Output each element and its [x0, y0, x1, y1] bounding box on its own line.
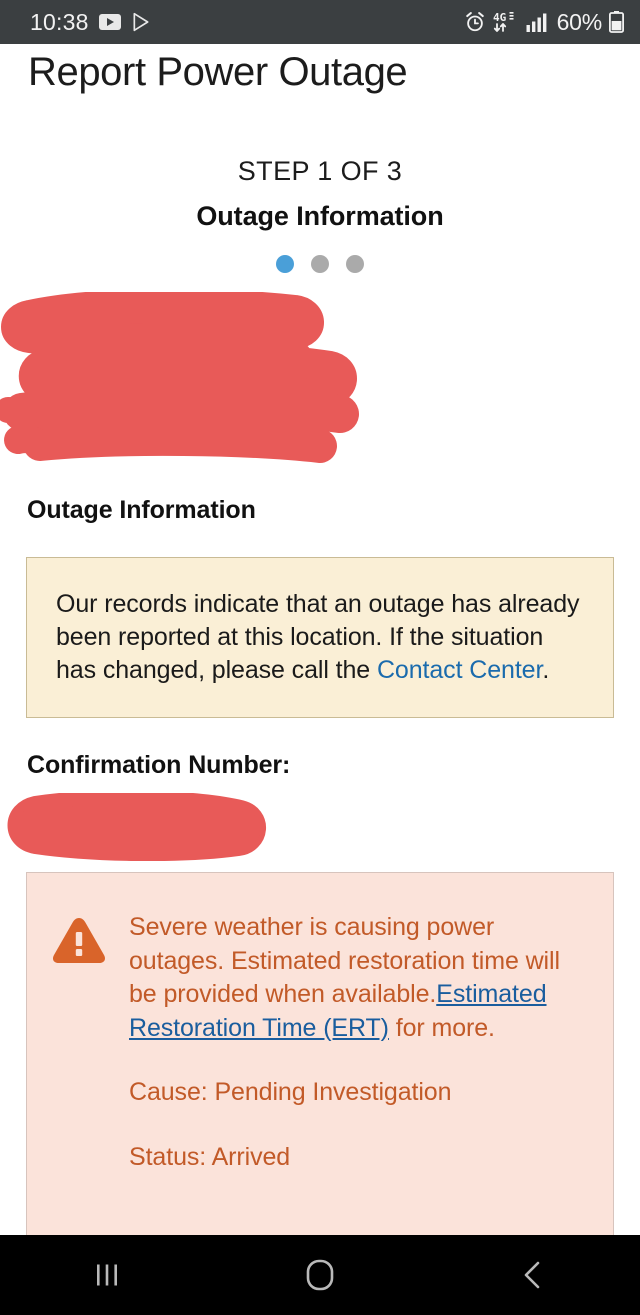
redacted-address-block	[0, 292, 380, 477]
phone-screen: 10:38 4G 60% Report Power Outage STEP 1 …	[0, 0, 640, 1315]
alert-message-after-link: for more.	[388, 1013, 495, 1042]
home-icon	[301, 1256, 339, 1294]
play-store-icon	[131, 12, 151, 32]
step-dot-1[interactable]	[276, 254, 294, 273]
info-box-message: Our records indicate that an outage has …	[56, 588, 585, 687]
confirmation-number-heading: Confirmation Number:	[27, 751, 291, 779]
alert-content: Severe weather is causing power outages.…	[129, 899, 593, 1239]
home-button[interactable]	[213, 1235, 426, 1315]
step-dot-2[interactable]	[311, 254, 329, 273]
back-button[interactable]	[427, 1235, 640, 1315]
back-chevron-icon	[516, 1258, 550, 1292]
recents-icon	[90, 1258, 124, 1292]
redacted-confirmation-number	[0, 793, 280, 861]
alarm-icon	[464, 11, 486, 33]
youtube-icon	[98, 14, 121, 30]
battery-percent-label: 60%	[556, 8, 603, 35]
alert-cause-line: Cause: Pending Investigation	[129, 1078, 452, 1106]
4g-lte-data-icon: 4G	[493, 11, 519, 33]
android-navigation-bar	[0, 1235, 640, 1315]
step-counter-label: STEP 1 OF 3	[237, 156, 403, 186]
already-reported-info-box: Our records indicate that an outage has …	[26, 557, 614, 718]
step-indicator: STEP 1 OF 3 Outage Information	[0, 155, 640, 273]
battery-icon	[609, 11, 624, 33]
status-bar-clock: 10:38	[30, 8, 89, 35]
step-name-label: Outage Information	[196, 200, 444, 231]
status-bar-left: 10:38	[30, 9, 151, 36]
step-dot-group	[0, 254, 640, 273]
status-bar-right: 4G 60%	[464, 9, 624, 36]
contact-center-link[interactable]: Contact Center	[377, 656, 542, 684]
alert-message: Severe weather is causing power outages.…	[129, 911, 593, 1045]
warning-triangle-icon	[51, 899, 107, 1239]
page-title: Report Power Outage	[28, 50, 408, 94]
alert-status-line: Status: Arrived	[129, 1142, 291, 1171]
signal-bars-icon	[526, 12, 548, 32]
step-dot-3[interactable]	[346, 254, 364, 273]
info-box-text-after-link: .	[542, 656, 550, 684]
recents-button[interactable]	[0, 1235, 213, 1315]
svg-text:4G: 4G	[493, 11, 507, 24]
status-bar: 10:38 4G 60%	[0, 0, 640, 44]
severe-weather-alert-box: Severe weather is causing power outages.…	[26, 872, 614, 1240]
outage-information-heading: Outage Information	[27, 496, 256, 524]
